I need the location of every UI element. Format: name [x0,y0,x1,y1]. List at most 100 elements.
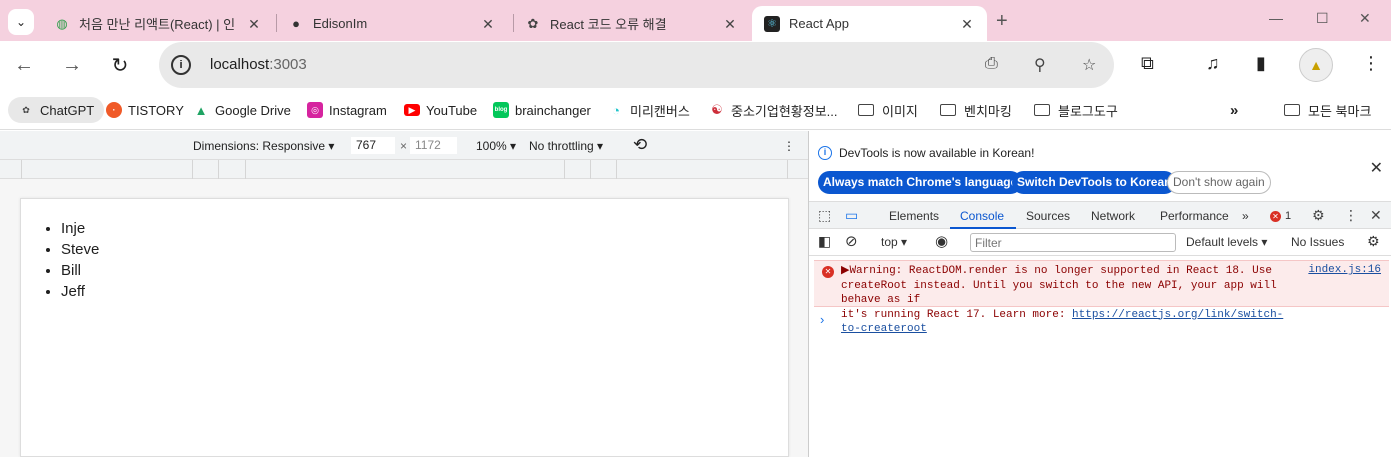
bookmark-folder-all[interactable]: 모든 북마크 [1284,97,1371,123]
clear-console-icon[interactable]: ⊘ [845,232,858,250]
bookmark-folder-images[interactable]: 이미지 [858,97,918,123]
bookmark-google-drive[interactable]: ▲ Google Drive [193,97,291,123]
tab-performance[interactable]: Performance [1160,209,1229,223]
tab-title: 처음 만난 리액트(React) | 인 [79,17,236,32]
tab-console[interactable]: Console [960,209,1004,223]
avatar[interactable]: ▲ [1299,48,1333,82]
bookmark-instagram[interactable]: ◎ Instagram [307,97,387,123]
settings-gear-icon[interactable]: ⚙ [1312,207,1325,224]
blog-icon: blog [493,102,509,118]
context-label: top [881,235,898,249]
bookmark-folder-blog-tools[interactable]: 블로그도구 [1034,97,1118,123]
console-prompt[interactable]: › [820,312,824,327]
bookmark-chatgpt[interactable]: ✿ ChatGPT [8,97,105,123]
side-panel-icon[interactable]: ▮ [1256,53,1266,74]
dont-show-again-button[interactable]: Don't show again [1167,171,1271,194]
device-toggle-icon[interactable]: ▭ [845,207,858,224]
always-match-language-button[interactable]: Always match Chrome's language [818,171,1023,194]
maximize-icon[interactable]: ☐ [1316,10,1329,27]
language-infobar: i DevTools is now available in Korean! A… [809,131,1391,202]
window-close-icon[interactable]: ✕ [1359,10,1371,27]
eye-icon[interactable]: ◉ [935,232,948,250]
error-line: it's running React 17. Learn more: https… [841,308,1291,337]
ruler-tick [218,160,219,179]
console-filter-input[interactable] [970,233,1176,252]
error-source-link[interactable]: index.js:16 [1308,264,1381,276]
react-icon: ⚛ [764,15,780,32]
close-icon[interactable]: ✕ [1370,158,1383,178]
levels-label: Default levels [1186,235,1259,249]
sidebar-toggle-icon[interactable]: ◧ [818,233,831,250]
context-select[interactable]: top ▾ [881,235,907,249]
bookmark-tistory[interactable]: · TISTORY [106,97,184,123]
inspect-element-icon[interactable]: ⬚ [818,207,831,224]
folder-icon [858,104,874,116]
minimize-icon[interactable]: — [1269,10,1283,26]
korea-flag-icon: ☯ [711,102,723,117]
kebab-menu-icon[interactable]: ⋮ [783,139,795,153]
reload-button[interactable]: ↻ [106,51,134,79]
bookmark-label: 중소기업현황정보... [731,103,838,119]
site-info-icon[interactable]: i [171,55,191,75]
width-input[interactable]: 767 [351,137,395,154]
close-icon[interactable]: ✕ [722,16,738,32]
close-icon[interactable]: ✕ [246,16,262,32]
issues-label[interactable]: No Issues [1291,235,1344,249]
list-item: Steve [61,239,788,260]
error-icon: ✕ [822,266,834,278]
console-error-message[interactable]: ✕ ▶Warning: ReactDOM.render is no longer… [814,260,1389,335]
install-app-icon[interactable]: ⎙ [985,55,998,73]
arrow-left-icon: ← [14,53,34,76]
bookmark-label: 벤치마킹 [964,103,1012,119]
throttling-select[interactable]: No throttling ▾ [529,139,603,153]
bookmark-star-icon[interactable]: ☆ [1082,55,1096,75]
bookmark-label: Instagram [329,102,387,118]
tab-network[interactable]: Network [1091,209,1135,223]
close-icon[interactable]: ✕ [480,16,496,32]
close-devtools-icon[interactable]: ✕ [1370,207,1382,224]
kebab-menu-icon[interactable]: ⋮ [1344,207,1358,224]
kebab-menu-icon[interactable]: ⋮ [1362,53,1380,74]
close-icon[interactable]: ✕ [959,16,975,32]
green-circle-icon: ◍ [56,15,68,31]
youtube-icon: ▶ [404,104,420,116]
miricanvas-icon: ◔ [612,102,620,118]
tab-active[interactable]: ⚛ React App ✕ [752,6,987,41]
zoom-select[interactable]: 100% ▾ [476,139,516,153]
tab-2[interactable]: ● EdisonIm ✕ [276,6,508,41]
bookmark-brainchanger[interactable]: blog brainchanger [493,97,591,123]
bookmark-youtube[interactable]: ▶ YouTube [404,97,477,123]
back-button[interactable]: ← [10,51,38,79]
extensions-icon[interactable]: ⧉ [1141,53,1154,74]
bookmark-sme-info[interactable]: ☯ 중소기업현황정보... [709,97,838,123]
tab-elements[interactable]: Elements [889,209,939,223]
tab-1[interactable]: ◍ 처음 만난 리액트(React) | 인 ✕ [42,6,274,41]
info-icon: i [818,146,832,160]
console-settings-icon[interactable]: ⚙ [1367,233,1380,250]
tab-search-button[interactable]: ⌄ [8,9,34,35]
error-count-badge[interactable]: ✕ 1 [1270,210,1291,222]
url-host: localhost [210,56,270,73]
rotate-icon[interactable]: ⟲ [633,135,647,155]
tab-3[interactable]: ✿ React 코드 오류 해결 ✕ [513,6,750,41]
list-item: Inje [61,218,788,239]
dimensions-select[interactable]: Dimensions: Responsive ▾ [193,139,334,153]
more-tabs-icon[interactable]: » [1242,209,1249,223]
error-line: ▶Warning: ReactDOM.render is no longer s… [841,265,1272,277]
log-levels-select[interactable]: Default levels ▾ [1186,235,1267,249]
forward-button[interactable]: → [58,51,86,79]
url-port: :3003 [269,56,307,73]
url-text[interactable]: localhost:3003 [210,56,307,73]
bookmarks-overflow-icon[interactable]: » [1230,97,1238,123]
bookmark-label: 미리캔버스 [630,103,690,119]
tab-strip: ⌄ ◍ 처음 만난 리액트(React) | 인 ✕ ● EdisonIm ✕ … [0,0,1391,41]
zoom-icon[interactable]: ⚲ [1034,55,1046,75]
media-control-icon[interactable]: ♫ [1206,53,1220,74]
bookmark-folder-benchmark[interactable]: 벤치마킹 [940,97,1012,123]
bookmark-miricanvas[interactable]: ◔ 미리캔버스 [608,97,690,123]
address-bar[interactable]: i localhost:3003 ⎙ ⚲ ☆ [159,42,1114,88]
switch-to-korean-button[interactable]: Switch DevTools to Korean [1012,171,1177,194]
tab-sources[interactable]: Sources [1026,209,1070,223]
height-input[interactable]: 1172 [410,137,457,154]
new-tab-button[interactable]: + [996,10,1008,33]
